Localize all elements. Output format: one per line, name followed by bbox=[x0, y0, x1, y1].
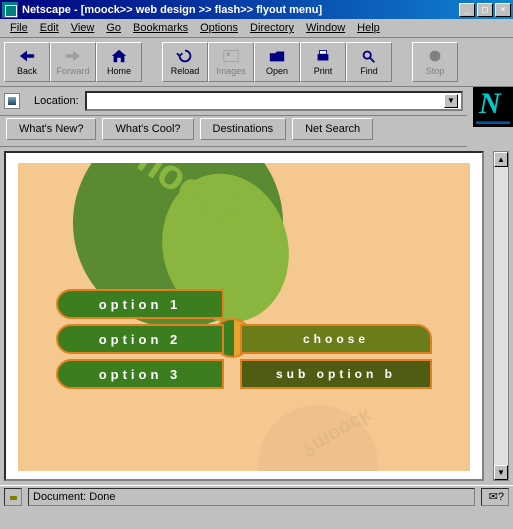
option-2-button[interactable]: option 2 bbox=[56, 324, 224, 354]
window-title: Netscape - [moock>> web design >> flash>… bbox=[22, 4, 459, 16]
location-input[interactable]: ▼ bbox=[85, 91, 463, 111]
forward-label: Forward bbox=[56, 66, 89, 76]
print-label: Print bbox=[314, 66, 333, 76]
key-icon bbox=[9, 490, 17, 504]
print-icon bbox=[314, 48, 332, 64]
find-label: Find bbox=[360, 66, 378, 76]
forward-button[interactable]: Forward bbox=[50, 42, 96, 82]
minimize-button[interactable]: _ bbox=[459, 3, 475, 17]
home-button[interactable]: Home bbox=[96, 42, 142, 82]
stop-label: Stop bbox=[426, 66, 445, 76]
close-button[interactable]: × bbox=[495, 3, 511, 17]
mail-status[interactable]: ✉? bbox=[481, 488, 509, 506]
netscape-logo bbox=[473, 87, 513, 127]
content-area: ?moock ?moock option 1 option 2 option 3… bbox=[0, 147, 513, 485]
reload-label: Reload bbox=[171, 66, 200, 76]
location-dropdown-icon[interactable]: ▼ bbox=[444, 94, 458, 108]
images-button[interactable]: Images bbox=[208, 42, 254, 82]
home-icon bbox=[110, 48, 128, 64]
security-icon[interactable] bbox=[4, 488, 22, 506]
whats-cool-button[interactable]: What's Cool? bbox=[102, 118, 193, 140]
whats-new-button[interactable]: What's New? bbox=[6, 118, 96, 140]
viewport: ?moock ?moock option 1 option 2 option 3… bbox=[4, 151, 484, 481]
location-label: Location: bbox=[26, 95, 79, 107]
choose-label[interactable]: choose bbox=[240, 324, 432, 354]
suboption-b-button[interactable]: sub option b bbox=[240, 359, 432, 389]
menu-options[interactable]: Options bbox=[196, 21, 242, 35]
home-label: Home bbox=[107, 66, 131, 76]
back-label: Back bbox=[17, 66, 37, 76]
menu-file[interactable]: File bbox=[6, 21, 32, 35]
app-icon bbox=[2, 2, 18, 18]
toolbar: Back Forward Home Reload Images Open Pri… bbox=[0, 38, 513, 87]
scroll-track[interactable] bbox=[494, 167, 508, 465]
menu-edit[interactable]: Edit bbox=[36, 21, 63, 35]
reload-button[interactable]: Reload bbox=[162, 42, 208, 82]
stop-button[interactable]: Stop bbox=[412, 42, 458, 82]
menu-window[interactable]: Window bbox=[302, 21, 349, 35]
find-button[interactable]: Find bbox=[346, 42, 392, 82]
print-button[interactable]: Print bbox=[300, 42, 346, 82]
vertical-scrollbar[interactable]: ▲ ▼ bbox=[493, 151, 509, 481]
menu-bookmarks[interactable]: Bookmarks bbox=[129, 21, 192, 35]
images-icon bbox=[222, 48, 240, 64]
status-text: Document: Done bbox=[28, 488, 475, 506]
stop-icon bbox=[426, 48, 444, 64]
images-label: Images bbox=[216, 66, 246, 76]
destinations-button[interactable]: Destinations bbox=[200, 118, 287, 140]
back-button[interactable]: Back bbox=[4, 42, 50, 82]
open-label: Open bbox=[266, 66, 288, 76]
statusbar: Document: Done ✉? bbox=[0, 485, 513, 507]
menu-view[interactable]: View bbox=[67, 21, 99, 35]
menu-go[interactable]: Go bbox=[102, 21, 125, 35]
reload-icon bbox=[176, 48, 194, 64]
find-icon bbox=[360, 48, 378, 64]
flash-canvas: ?moock ?moock option 1 option 2 option 3… bbox=[18, 163, 470, 471]
location-row: Location: ▼ bbox=[0, 87, 467, 116]
menu-directory[interactable]: Directory bbox=[246, 21, 298, 35]
scroll-down-icon[interactable]: ▼ bbox=[494, 465, 508, 480]
option-1-button[interactable]: option 1 bbox=[56, 289, 224, 319]
option-3-button[interactable]: option 3 bbox=[56, 359, 224, 389]
open-icon bbox=[268, 48, 286, 64]
maximize-button[interactable]: □ bbox=[477, 3, 493, 17]
titlebar: Netscape - [moock>> web design >> flash>… bbox=[0, 0, 513, 19]
open-button[interactable]: Open bbox=[254, 42, 300, 82]
net-search-button[interactable]: Net Search bbox=[292, 118, 373, 140]
directory-row: What's New? What's Cool? Destinations Ne… bbox=[0, 116, 467, 147]
forward-arrow-icon bbox=[64, 48, 82, 64]
scroll-up-icon[interactable]: ▲ bbox=[494, 152, 508, 167]
location-icon[interactable] bbox=[4, 93, 20, 109]
menubar: File Edit View Go Bookmarks Options Dire… bbox=[0, 19, 513, 38]
menu-help[interactable]: Help bbox=[353, 21, 384, 35]
back-arrow-icon bbox=[18, 48, 36, 64]
